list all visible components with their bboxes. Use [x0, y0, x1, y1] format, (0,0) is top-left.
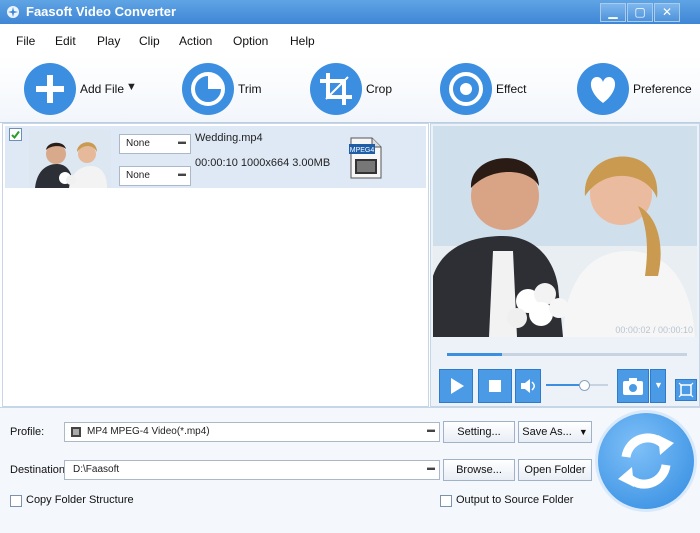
- fullscreen-button[interactable]: [675, 379, 697, 401]
- file-list: None ▬ None ▬ Wedding.mp4 00:00:10 1000x…: [2, 123, 429, 407]
- convert-refresh-icon: [618, 433, 674, 489]
- maximize-icon: ▢: [634, 5, 646, 19]
- chevron-down-icon: ▼: [654, 380, 663, 390]
- browse-button[interactable]: Browse...: [443, 459, 515, 481]
- save-as-button[interactable]: Save As... ▼: [518, 421, 592, 443]
- setting-button[interactable]: Setting...: [443, 421, 515, 443]
- heart-icon: [577, 63, 629, 115]
- menu-clip[interactable]: Clip: [139, 34, 160, 48]
- trim-icon: [182, 63, 234, 115]
- snapshot-dropdown[interactable]: ▼: [650, 369, 666, 403]
- chevron-down-icon: ▼: [578, 427, 588, 437]
- audio-track-select-value: None: [126, 170, 150, 181]
- chevron-down-icon: ▬: [178, 169, 186, 178]
- copy-folder-structure-label: Copy Folder Structure: [26, 494, 134, 506]
- destination-input[interactable]: D:\Faasoft ▬: [64, 460, 440, 480]
- video-thumbnail: [29, 130, 111, 188]
- volume-icon: [521, 379, 535, 393]
- menu-play[interactable]: Play: [97, 34, 120, 48]
- format-badge: MPEG4: [350, 147, 375, 154]
- camera-icon: [623, 378, 643, 395]
- checkmark-icon: [11, 130, 20, 140]
- file-checkbox[interactable]: [9, 128, 22, 141]
- add-file-label: Add File: [80, 82, 125, 96]
- seek-progress: [447, 353, 503, 356]
- preference-label: Preference: [633, 82, 692, 96]
- menu-action[interactable]: Action: [179, 34, 212, 48]
- destination-label: Destination:: [10, 464, 69, 476]
- add-file-dropdown-icon[interactable]: ▼: [126, 81, 137, 93]
- profile-value: MP4 MPEG-4 Video(*.mp4): [87, 426, 210, 437]
- preference-button[interactable]: Preference: [577, 63, 695, 115]
- window-title: Faasoft Video Converter: [26, 4, 177, 19]
- effect-icon: [440, 63, 492, 115]
- stop-icon: [489, 380, 501, 392]
- subtitle-select-value: None: [126, 138, 150, 149]
- save-as-label: Save As...: [522, 426, 572, 438]
- destination-value: D:\Faasoft: [73, 464, 120, 475]
- trim-button[interactable]: Trim: [182, 63, 272, 115]
- add-icon: [24, 63, 76, 115]
- snapshot-button[interactable]: [617, 369, 649, 403]
- menu-bar: File Edit Play Clip Action Option Help: [0, 24, 700, 56]
- mpeg4-file-icon: MPEG4: [348, 137, 382, 179]
- audio-track-select[interactable]: None ▬: [119, 166, 191, 186]
- play-button[interactable]: [439, 369, 473, 403]
- profile-select[interactable]: MP4 MPEG-4 Video(*.mp4) ▬: [64, 422, 440, 442]
- chevron-down-icon: ▬: [427, 463, 435, 472]
- volume-slider[interactable]: [546, 380, 608, 391]
- file-info: 00:00:10 1000x664 3.00MB: [195, 157, 331, 169]
- close-icon: ✕: [661, 5, 673, 19]
- toolbar: Add File ▼ Trim Crop Effect Preference: [0, 56, 700, 123]
- menu-help[interactable]: Help: [290, 34, 315, 48]
- open-folder-button[interactable]: Open Folder: [518, 459, 592, 481]
- menu-file[interactable]: File: [16, 34, 35, 48]
- minimize-icon: ▁: [608, 5, 618, 19]
- effect-button[interactable]: Effect: [440, 63, 540, 115]
- crop-button[interactable]: Crop: [310, 63, 400, 115]
- trim-label: Trim: [238, 82, 262, 96]
- fullscreen-icon: [678, 382, 694, 398]
- seek-bar[interactable]: [447, 353, 687, 356]
- convert-button[interactable]: [595, 410, 697, 512]
- copy-folder-structure-checkbox[interactable]: [10, 495, 22, 507]
- app-window: Faasoft Video Converter ▁ ▢ ✕ File Edit …: [0, 0, 700, 533]
- mute-button[interactable]: [515, 369, 541, 403]
- play-icon: [451, 378, 464, 394]
- output-to-source-checkbox[interactable]: [440, 495, 452, 507]
- preview-panel: 00:00:02 / 00:00:10 ▼: [430, 123, 700, 407]
- volume-knob[interactable]: [579, 380, 591, 391]
- maximize-button[interactable]: ▢: [627, 3, 653, 22]
- close-button[interactable]: ✕: [654, 3, 680, 22]
- file-name: Wedding.mp4: [195, 132, 263, 144]
- subtitle-select[interactable]: None ▬: [119, 134, 191, 154]
- chevron-down-icon: ▬: [178, 137, 186, 146]
- crop-icon: [310, 63, 362, 115]
- output-to-source-label: Output to Source Folder: [456, 494, 574, 506]
- film-icon: [71, 427, 81, 437]
- add-file-button[interactable]: Add File ▼: [24, 63, 144, 115]
- crop-label: Crop: [366, 82, 393, 96]
- stop-button[interactable]: [478, 369, 512, 403]
- timecode: 00:00:02 / 00:00:10: [615, 325, 693, 335]
- menu-option[interactable]: Option: [233, 34, 268, 48]
- app-logo-icon: [7, 6, 19, 18]
- menu-edit[interactable]: Edit: [55, 34, 76, 48]
- file-row[interactable]: None ▬ None ▬ Wedding.mp4 00:00:10 1000x…: [5, 126, 426, 188]
- profile-label: Profile:: [10, 426, 45, 438]
- minimize-button[interactable]: ▁: [600, 3, 626, 22]
- effect-label: Effect: [496, 82, 527, 96]
- video-preview: 00:00:02 / 00:00:10: [433, 126, 697, 337]
- chevron-down-icon: ▬: [427, 425, 435, 434]
- title-bar: Faasoft Video Converter ▁ ▢ ✕: [0, 0, 700, 24]
